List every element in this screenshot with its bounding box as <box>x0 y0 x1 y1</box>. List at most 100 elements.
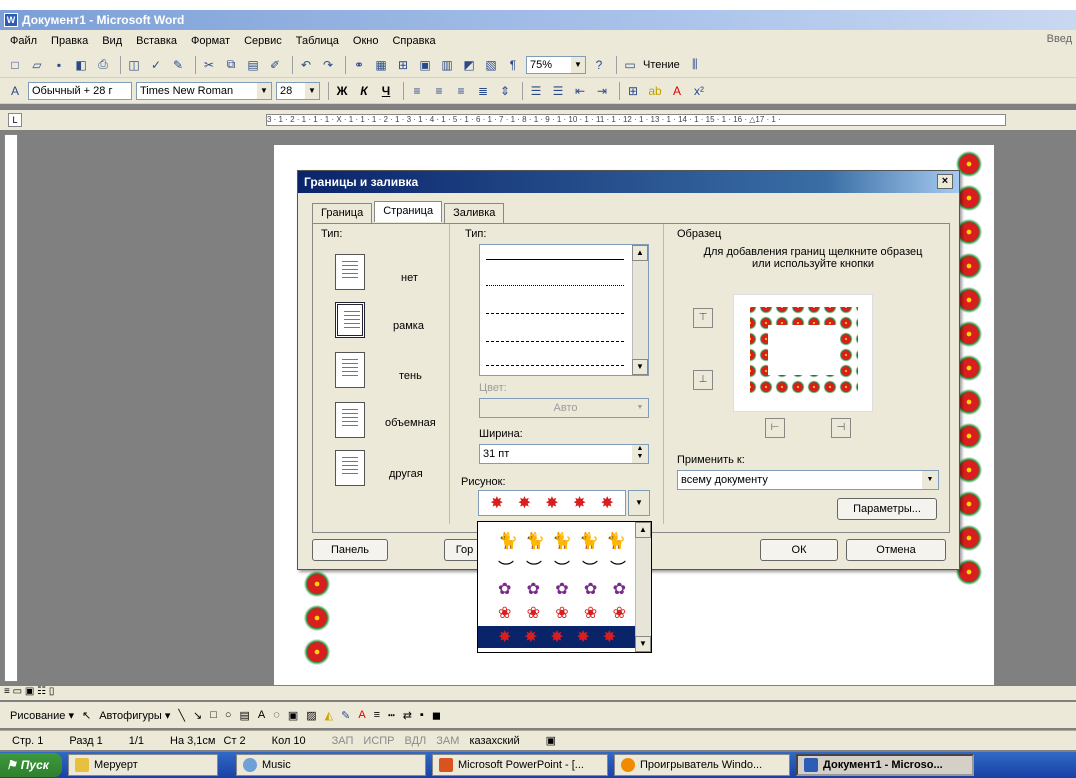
spinner-icon[interactable]: ▲ ▼ <box>632 445 648 463</box>
setting-3d-icon[interactable] <box>335 402 365 438</box>
decrease-indent-icon[interactable]: ⇤ <box>571 82 589 100</box>
draw-menu[interactable]: Рисование ▾ <box>10 709 74 722</box>
border-preview[interactable] <box>733 294 873 412</box>
styles-pane-icon[interactable]: A <box>6 82 24 100</box>
art-combo[interactable]: ✸ ✸ ✸ ✸ ✸ <box>478 490 626 516</box>
rectangle-icon[interactable]: □ <box>210 709 217 721</box>
select-objects-icon[interactable]: ↖ <box>82 709 91 722</box>
scroll-down-icon[interactable]: ▼ <box>632 359 648 375</box>
zoom-combo[interactable]: 75% ▼ <box>526 55 586 74</box>
bottom-border-button[interactable]: ⊥ <box>693 370 713 390</box>
apply-to-combo[interactable]: всему документу ▼ <box>677 470 939 490</box>
web-view-icon[interactable]: ▭ <box>13 686 22 697</box>
art-option-red-roses[interactable]: ❀ ❀ ❀ ❀ ❀ <box>498 602 626 624</box>
setting-box-icon[interactable] <box>335 302 365 338</box>
style-combo[interactable]: Обычный + 28 г <box>28 81 132 100</box>
permission-icon[interactable]: ◧ <box>72 56 90 74</box>
tab-page-border[interactable]: Страница <box>374 201 443 222</box>
line-spacing-icon[interactable]: ⇕ <box>496 82 514 100</box>
picture-icon[interactable]: ▨ <box>306 709 316 722</box>
left-border-button[interactable]: ⊢ <box>765 418 785 438</box>
font-combo[interactable]: Times New Roman ▼ <box>136 81 272 100</box>
help-search-input[interactable]: Введ <box>1047 33 1072 45</box>
task-word[interactable]: Документ1 - Microso... <box>796 754 974 776</box>
bold-button[interactable]: Ж <box>333 82 351 100</box>
increase-indent-icon[interactable]: ⇥ <box>593 82 611 100</box>
line-color-icon[interactable]: ✎ <box>341 709 350 722</box>
align-left-icon[interactable]: ≡ <box>408 82 426 100</box>
textbox-icon[interactable]: ▤ <box>240 709 250 722</box>
borders-icon[interactable]: ⊞ <box>624 82 642 100</box>
menu-format[interactable]: Формат <box>191 35 230 47</box>
art-dropdown-list[interactable]: 🐈 🐈 🐈 🐈 🐈 ︶ ︶ ︶ ︶ ︶ ✿ ✿ ✿ ✿ ✿ ❀ ❀ ❀ ❀ ❀ ✸ ✸ ✸ ✸ ✸ ▲ ▼ <box>477 521 652 653</box>
tab-selector[interactable]: L <box>8 113 22 127</box>
start-button[interactable]: ⚑ Пуск <box>0 753 62 777</box>
menu-tools[interactable]: Сервис <box>244 35 282 47</box>
cancel-button[interactable]: Отмена <box>846 539 946 561</box>
underline-button[interactable]: Ч <box>377 82 395 100</box>
print-icon[interactable]: ⎙ <box>94 56 112 74</box>
help-icon[interactable]: ? <box>590 56 608 74</box>
read-icon[interactable]: ▭ <box>621 56 639 74</box>
redo-icon[interactable]: ↷ <box>319 56 337 74</box>
bullets-icon[interactable]: ☰ <box>549 82 567 100</box>
font-color-icon[interactable]: A <box>358 709 365 721</box>
tab-shading[interactable]: Заливка <box>444 203 505 224</box>
ok-button[interactable]: ОК <box>760 539 838 561</box>
insert-table-icon[interactable]: ⊞ <box>394 56 412 74</box>
autoshapes-menu[interactable]: Автофигуры ▾ <box>99 709 170 722</box>
setting-3d-label[interactable]: объемная <box>385 417 436 429</box>
scroll-up-icon[interactable]: ▲ <box>632 245 648 261</box>
vertical-ruler[interactable] <box>4 134 18 682</box>
window-titlebar[interactable]: W Документ1 - Microsoft Word <box>0 10 1076 30</box>
italic-button[interactable]: К <box>355 82 373 100</box>
line-style-dash-dot[interactable] <box>486 365 624 366</box>
columns-icon[interactable]: ▥ <box>438 56 456 74</box>
setting-none-icon[interactable] <box>335 254 365 290</box>
options-icon[interactable]: ⫼ <box>686 56 704 74</box>
open-folder-icon[interactable]: ▱ <box>28 56 46 74</box>
task-music[interactable]: Music <box>236 754 426 776</box>
close-icon[interactable]: × <box>937 174 953 189</box>
spelling-status-icon[interactable]: ▣ <box>546 734 556 747</box>
setting-shadow-label[interactable]: тень <box>399 370 422 382</box>
arrow-style-icon[interactable]: ⇄ <box>403 709 412 722</box>
oval-icon[interactable]: ○ <box>225 709 232 721</box>
justify-icon[interactable]: ≣ <box>474 82 492 100</box>
menu-help[interactable]: Справка <box>392 35 435 47</box>
line-style-dashed-wide[interactable] <box>486 341 624 342</box>
diagram-icon[interactable]: ◌ <box>273 709 280 721</box>
scroll-down-icon[interactable]: ▼ <box>635 636 651 652</box>
paste-icon[interactable]: ▤ <box>244 56 262 74</box>
clipart-icon[interactable]: ▣ <box>288 709 298 722</box>
options-button[interactable]: Параметры... <box>837 498 937 520</box>
highlight-icon[interactable]: ab <box>646 82 664 100</box>
outline-view-icon[interactable]: ☷ <box>37 686 46 697</box>
print-layout-icon[interactable]: ▣ <box>25 686 34 697</box>
task-media-player[interactable]: Проигрыватель Windo... <box>614 754 790 776</box>
normal-view-icon[interactable]: ≡ <box>4 686 10 697</box>
menu-view[interactable]: Вид <box>102 35 122 47</box>
reading-button[interactable]: Чтение <box>643 59 680 71</box>
line-style-icon[interactable]: ≡ <box>374 709 380 721</box>
undo-icon[interactable]: ↶ <box>297 56 315 74</box>
line-style-dashed[interactable] <box>486 313 624 314</box>
art-option-purple-flowers[interactable]: ✿ ✿ ✿ ✿ ✿ <box>498 578 626 600</box>
menu-window[interactable]: Окно <box>353 35 379 47</box>
document-map-icon[interactable]: ▧ <box>482 56 500 74</box>
tab-border[interactable]: Граница <box>312 203 373 224</box>
line-style-solid[interactable] <box>486 259 624 260</box>
status-trk[interactable]: ИСПР <box>363 735 394 747</box>
art-option-poinsettia[interactable]: ✸ ✸ ✸ ✸ ✸ <box>478 626 636 648</box>
menu-insert[interactable]: Вставка <box>136 35 177 47</box>
dash-style-icon[interactable]: ┅ <box>388 709 395 722</box>
setting-shadow-icon[interactable] <box>335 352 365 388</box>
setting-custom-label[interactable]: другая <box>389 468 423 480</box>
cut-icon[interactable]: ✂ <box>200 56 218 74</box>
insert-excel-icon[interactable]: ▣ <box>416 56 434 74</box>
tables-borders-icon[interactable]: ▦ <box>372 56 390 74</box>
menu-edit[interactable]: Правка <box>51 35 88 47</box>
align-right-icon[interactable]: ≡ <box>452 82 470 100</box>
status-ovr[interactable]: ЗАМ <box>436 735 459 747</box>
menu-file[interactable]: Файл <box>10 35 37 47</box>
